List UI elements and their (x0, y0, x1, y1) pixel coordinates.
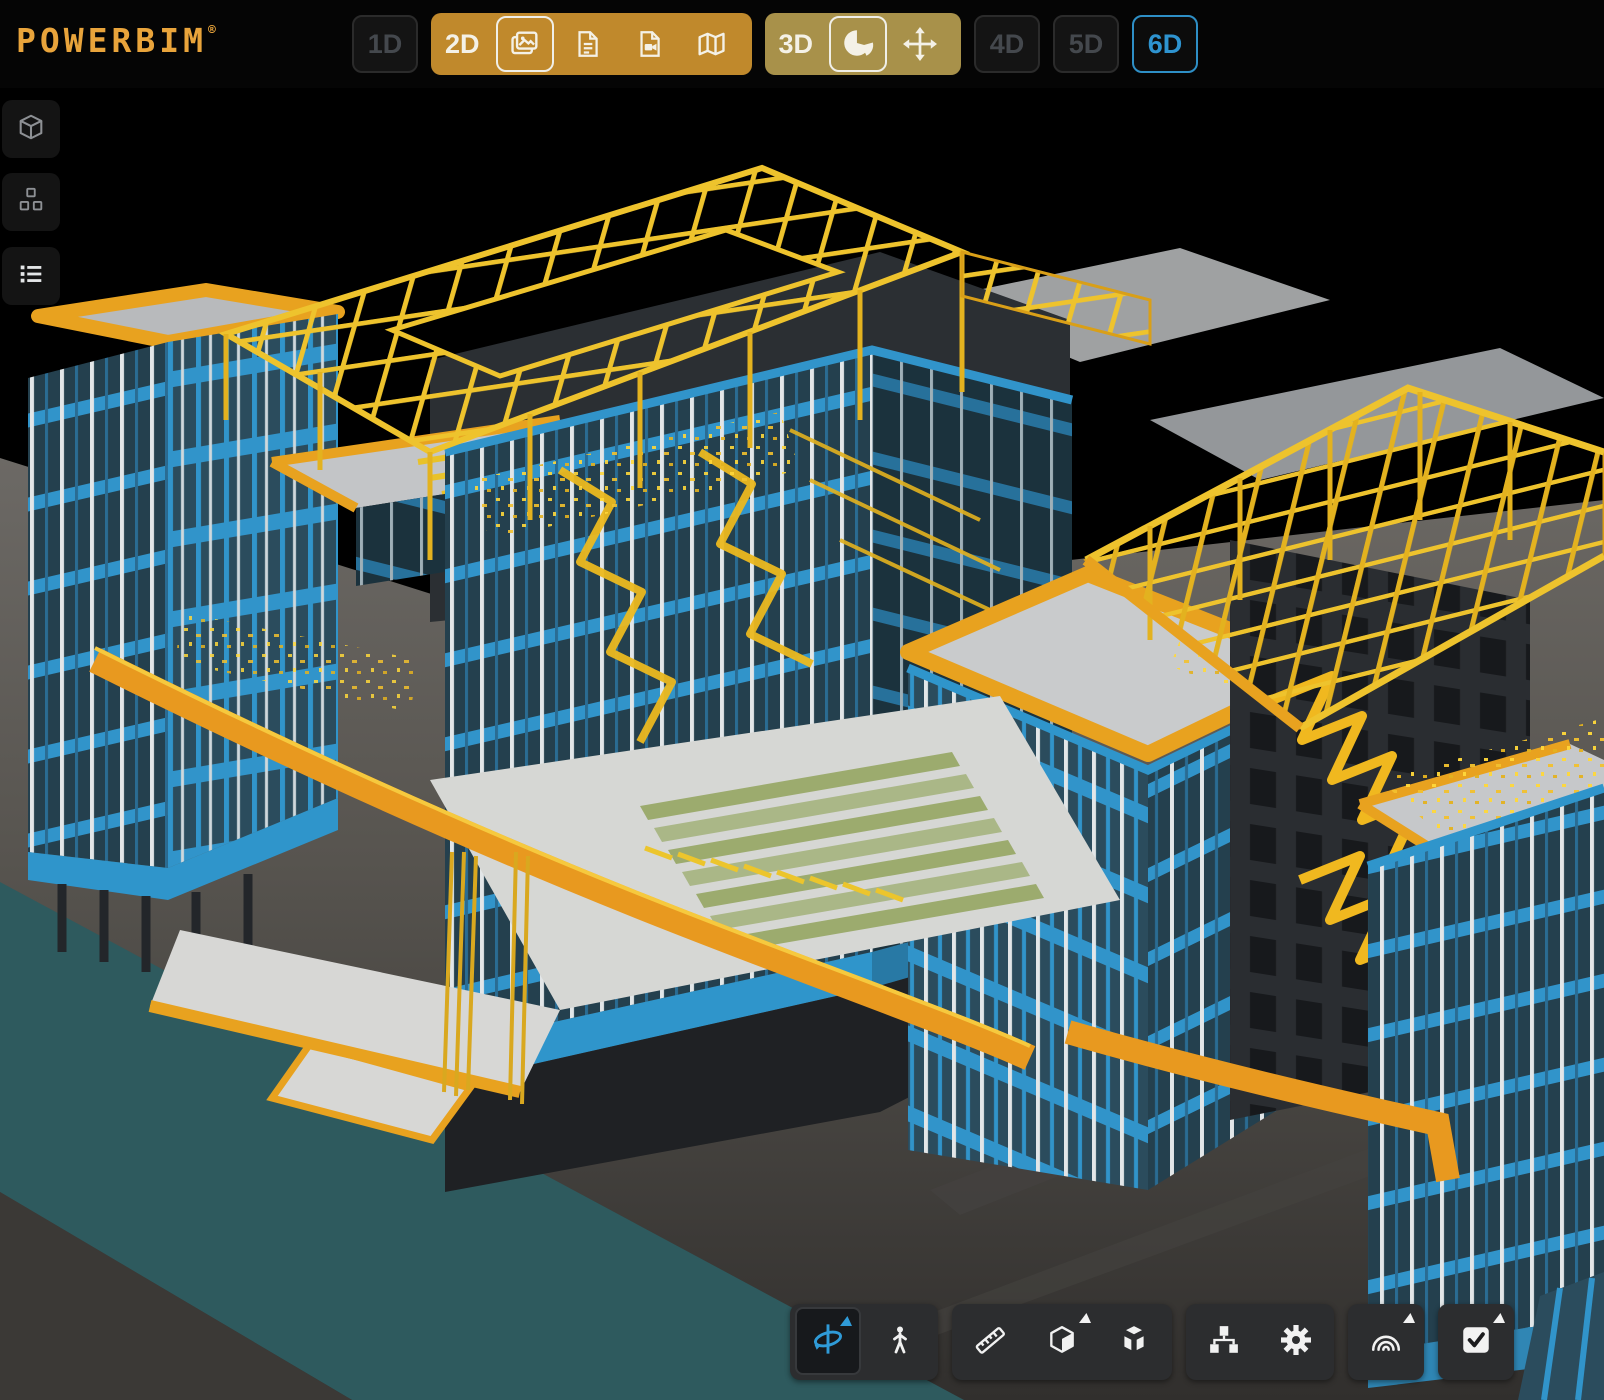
explode-button[interactable] (1098, 1306, 1170, 1378)
model-cube-icon (16, 112, 46, 147)
map-tool[interactable] (682, 16, 740, 72)
section-box-icon (1046, 1324, 1078, 1361)
tab-1d[interactable]: 1D (352, 15, 418, 73)
move-icon (903, 27, 937, 61)
appearance-flyout-indicator[interactable] (1403, 1313, 1415, 1323)
dimension-toolbar: 1D 2D (352, 13, 1198, 75)
tab-5d[interactable]: 5D (1053, 15, 1119, 73)
bottom-toolbar (790, 1304, 1514, 1380)
tab-6d[interactable]: 6D (1132, 15, 1198, 73)
section-box-flyout-indicator[interactable] (1079, 1313, 1091, 1323)
bim-scene (0, 0, 1604, 1400)
appearance-button[interactable] (1350, 1306, 1422, 1378)
images-tool[interactable] (496, 16, 554, 72)
document-tool[interactable] (558, 16, 616, 72)
tasks-group (1438, 1304, 1514, 1380)
tab-2d-label: 2D (445, 29, 480, 60)
pie-chart-icon (841, 27, 875, 61)
rainbow-icon (1369, 1323, 1403, 1362)
tasks-flyout-indicator[interactable] (1493, 1313, 1505, 1323)
images-icon (508, 27, 542, 61)
explode-icon (1118, 1324, 1150, 1361)
top-bar: POWERBIM® 1D 2D (0, 0, 1604, 88)
tab-4d[interactable]: 4D (974, 15, 1040, 73)
model-viewport[interactable] (0, 0, 1604, 1400)
orbit-icon (810, 1321, 846, 1362)
sidebar-model-tree-button[interactable] (2, 247, 60, 305)
app-logo: POWERBIM® (16, 24, 216, 57)
tasks-button[interactable] (1440, 1306, 1512, 1378)
measure-section-group (952, 1304, 1172, 1380)
model-tree-list-icon (16, 259, 46, 294)
hierarchy-icon (1208, 1324, 1240, 1361)
document-icon (571, 28, 603, 60)
model-tools-group (1186, 1304, 1334, 1380)
registered-mark: ® (208, 23, 216, 38)
settings-button[interactable] (1260, 1306, 1332, 1378)
tab-3d-label: 3D (779, 29, 814, 60)
video-file-icon (633, 28, 665, 60)
checkbox-icon (1459, 1323, 1493, 1362)
components-icon (16, 185, 46, 220)
powerbim-app: POWERBIM® 1D 2D (0, 0, 1604, 1400)
walk-icon (884, 1324, 916, 1361)
sidebar-model-button[interactable] (2, 100, 60, 158)
measure-button[interactable] (954, 1306, 1026, 1378)
appearance-group (1348, 1304, 1424, 1380)
navigate-group (790, 1304, 938, 1380)
settings-gear-icon (1280, 1324, 1312, 1361)
video-file-tool[interactable] (620, 16, 678, 72)
pie-chart-tool[interactable] (829, 16, 887, 72)
orbit-button[interactable] (795, 1307, 861, 1375)
sidebar-components-button[interactable] (2, 173, 60, 231)
tab-3d-group[interactable]: 3D (765, 13, 962, 75)
section-box-button[interactable] (1026, 1306, 1098, 1378)
walk-button[interactable] (864, 1306, 936, 1378)
move-tool[interactable] (891, 16, 949, 72)
map-icon (694, 27, 728, 61)
tab-2d-group[interactable]: 2D (431, 13, 752, 75)
ruler-icon (973, 1323, 1007, 1362)
hierarchy-button[interactable] (1188, 1306, 1260, 1378)
